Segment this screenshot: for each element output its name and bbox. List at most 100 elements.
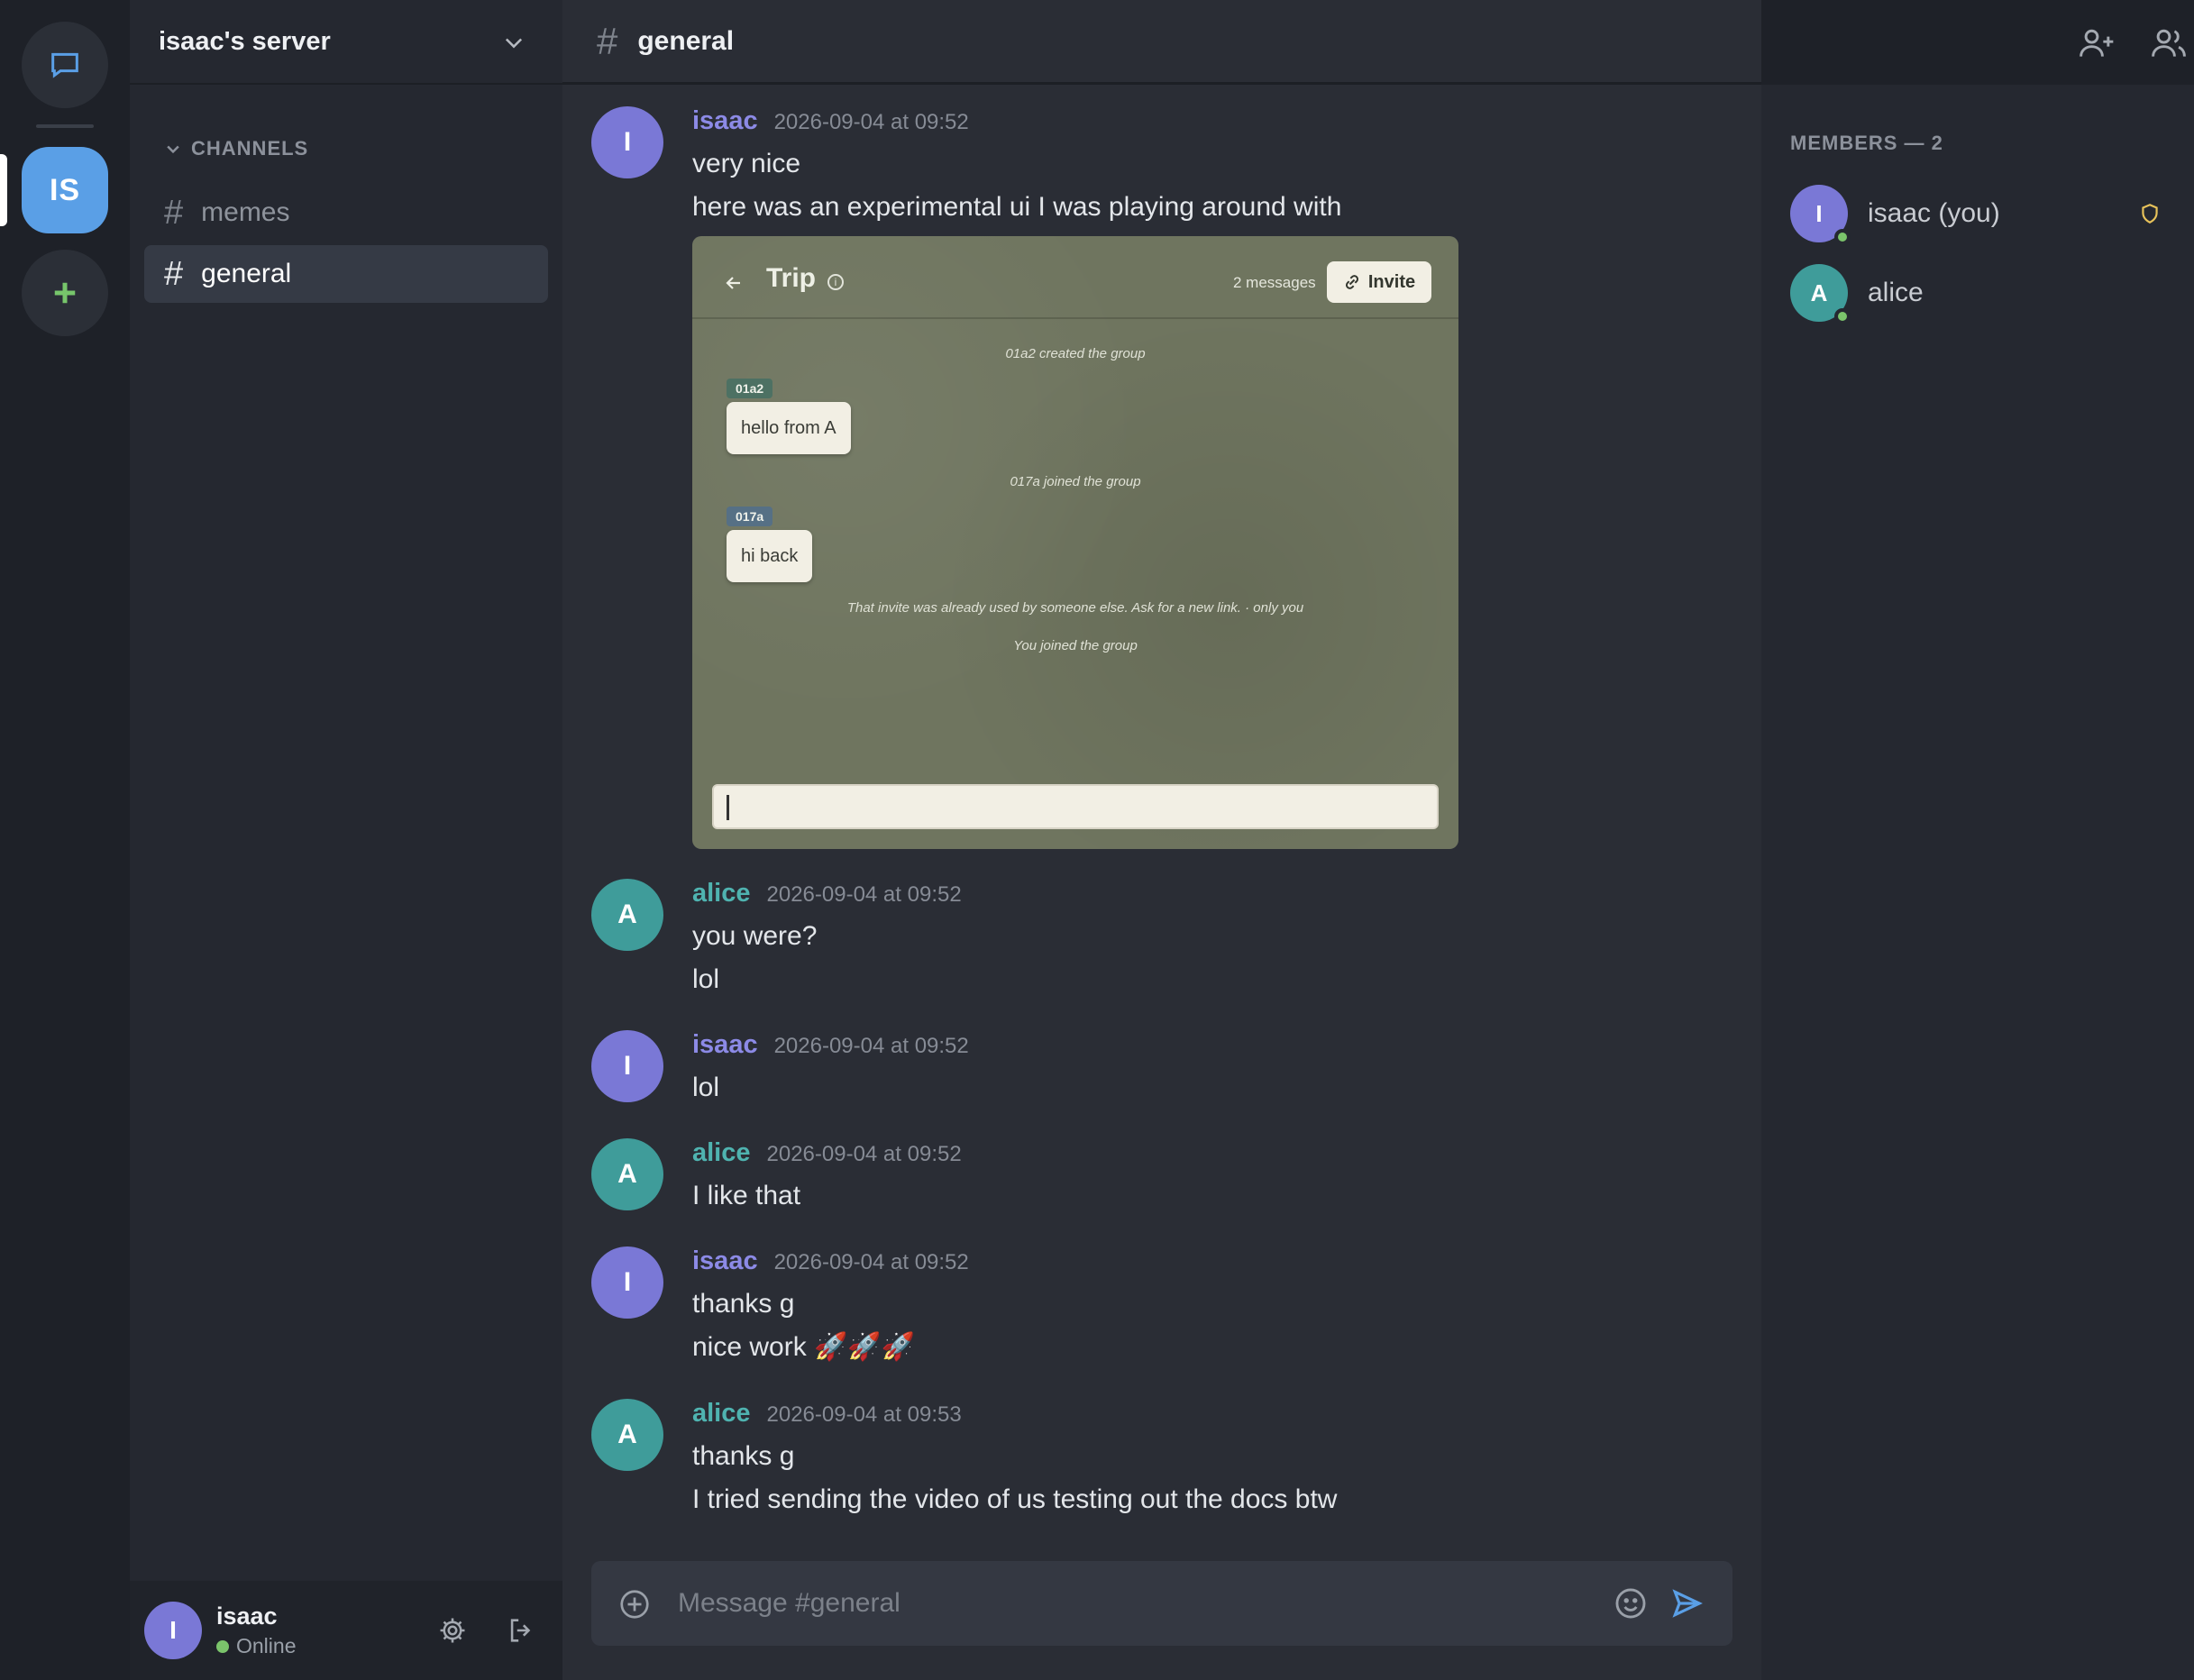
attachment-event: You joined the group — [1013, 638, 1138, 653]
message-text: I tried sending the video of us testing … — [692, 1484, 1338, 1514]
avatar: I — [1790, 185, 1851, 245]
message-text: thanks g — [692, 1289, 795, 1319]
members-list-icon[interactable] — [2149, 23, 2189, 63]
message-header: alice 2026-09-04 at 09:52 — [692, 879, 1729, 915]
chat-bubble-icon — [51, 52, 78, 78]
channel-sidebar: isaac's server CHANNELS # memes # genera… — [130, 0, 562, 1680]
message-author[interactable]: isaac — [692, 1246, 758, 1276]
message-text: lol — [692, 1073, 720, 1102]
message-text: you were? — [692, 921, 818, 951]
message-timestamp: 2026-09-04 at 09:52 — [773, 110, 969, 134]
message-text: very nice — [692, 149, 801, 178]
attachment-title: Trip — [766, 263, 817, 293]
chat-area: # general I isaac 2026-09-04 at 09:52 ve… — [562, 0, 1761, 1680]
member-item-isaac[interactable]: I isaac (you) — [1790, 184, 2169, 245]
avatar-initial: I — [1815, 199, 1823, 227]
avatar[interactable]: A — [591, 1138, 663, 1210]
avatar[interactable]: I — [591, 1030, 663, 1102]
message-timestamp: 2026-09-04 at 09:52 — [766, 882, 962, 907]
shield-icon — [2142, 204, 2158, 224]
chat-header: # general — [562, 0, 1761, 85]
message-header: alice 2026-09-04 at 09:53 — [692, 1399, 1729, 1435]
message-timestamp: 2026-09-04 at 09:53 — [766, 1402, 962, 1427]
server-name: isaac's server — [159, 26, 331, 56]
plus-icon — [54, 282, 76, 304]
text-caret — [727, 795, 729, 820]
channel-name: general — [201, 259, 292, 288]
direct-messages-button[interactable] — [22, 22, 108, 108]
avatar[interactable]: A — [591, 879, 663, 951]
add-member-icon[interactable] — [2077, 23, 2116, 63]
message-text: I like that — [692, 1181, 801, 1210]
send-icon[interactable] — [1669, 1586, 1704, 1621]
attachment-bubble: hi back — [727, 530, 813, 582]
member-name: alice — [1868, 278, 1924, 307]
attachment-invite-button: Invite — [1327, 261, 1431, 303]
member-name: isaac (you) — [1868, 198, 2000, 228]
message-body: isaac 2026-09-04 at 09:52 very nice here… — [692, 106, 1729, 849]
members-header: MEMBERS — 2 — [1790, 132, 1943, 154]
message-header: isaac 2026-09-04 at 09:52 — [692, 1246, 1729, 1283]
message-author[interactable]: isaac — [692, 106, 758, 136]
attachment-message-count: 2 messages — [1233, 274, 1316, 291]
message-body: alice 2026-09-04 at 09:52 I like that — [692, 1138, 1729, 1218]
channel-name: memes — [201, 197, 290, 227]
message-body: alice 2026-09-04 at 09:53 thanks g I tri… — [692, 1399, 1729, 1521]
attachment-bubble: hello from A — [727, 402, 851, 454]
server-header[interactable]: isaac's server — [130, 0, 562, 85]
server-icon-button[interactable]: IS — [22, 147, 108, 233]
active-server-indicator — [0, 154, 7, 226]
logout-button[interactable] — [501, 1611, 541, 1650]
message-input[interactable] — [678, 1583, 1579, 1624]
avatar[interactable]: A — [591, 1399, 663, 1471]
message-header: isaac 2026-09-04 at 09:52 — [692, 106, 1729, 142]
server-rail: IS — [0, 0, 130, 1680]
message-body: isaac 2026-09-04 at 09:52 lol — [692, 1030, 1729, 1109]
channel-item-general[interactable]: # general — [144, 245, 548, 303]
message-author[interactable]: alice — [692, 1138, 751, 1168]
avatar[interactable]: I — [144, 1602, 202, 1659]
add-attachment-icon[interactable] — [618, 1588, 651, 1621]
avatar[interactable]: I — [591, 1246, 663, 1319]
message-author[interactable]: alice — [692, 879, 751, 908]
message-text: nice work 🚀🚀🚀 — [692, 1332, 916, 1362]
logout-icon — [510, 1619, 531, 1642]
back-arrow-icon — [726, 277, 740, 289]
invite-label: Invite — [1367, 271, 1416, 292]
user-name: isaac — [216, 1602, 278, 1630]
header-actions — [2014, 0, 2194, 85]
attachment-event: 017a joined the group — [1010, 474, 1141, 489]
avatar[interactable]: I — [591, 106, 663, 178]
message-text: lol — [692, 964, 720, 994]
channels-section-header[interactable]: CHANNELS — [164, 137, 308, 160]
hash-icon: # — [164, 254, 184, 293]
message-text: thanks g — [692, 1441, 795, 1471]
message-composer — [591, 1561, 1732, 1646]
attachment-event: 01a2 created the group — [1005, 346, 1146, 361]
message-header: alice 2026-09-04 at 09:52 — [692, 1138, 1729, 1174]
message-author[interactable]: alice — [692, 1399, 751, 1429]
member-item-alice[interactable]: A alice — [1790, 263, 2169, 324]
attachment-event: That invite was already used by someone … — [846, 600, 1304, 616]
info-icon: i — [827, 274, 844, 290]
settings-button[interactable] — [433, 1611, 472, 1650]
chevron-down-icon[interactable] — [501, 30, 526, 55]
message-timestamp: 2026-09-04 at 09:52 — [773, 1034, 969, 1058]
user-info: isaac Online — [216, 1602, 296, 1658]
attachment-sender-tag: 017a — [727, 507, 773, 526]
app-window: IS isaac's server CHANNELS # memes # gen… — [0, 0, 2194, 1680]
online-status-dot — [1834, 229, 1851, 245]
add-server-button[interactable] — [22, 250, 108, 336]
chevron-down-icon — [167, 145, 179, 154]
channel-item-memes[interactable]: # memes — [144, 184, 548, 242]
message-body: alice 2026-09-04 at 09:52 you were? lol — [692, 879, 1729, 1001]
status-text: Online — [236, 1634, 297, 1657]
message-timestamp: 2026-09-04 at 09:52 — [773, 1250, 969, 1274]
online-status-dot — [1834, 308, 1851, 324]
emoji-icon[interactable] — [1614, 1586, 1648, 1621]
message-author[interactable]: isaac — [692, 1030, 758, 1060]
channels-section-label: CHANNELS — [191, 137, 309, 160]
message-text: here was an experimental ui I was playin… — [692, 192, 1342, 222]
image-attachment[interactable]: Trip i 2 messages Invite 01a2 created th… — [692, 236, 1458, 849]
online-status-dot — [216, 1639, 229, 1653]
